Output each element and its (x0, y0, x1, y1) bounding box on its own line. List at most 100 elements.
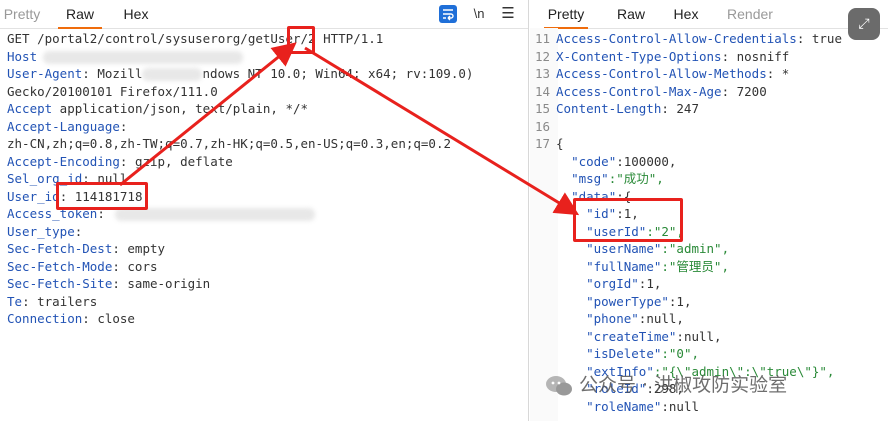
request-header-line: Accept-Encoding: gzip, deflate (0, 153, 528, 171)
header-value: : gzip, deflate (119, 153, 233, 169)
json-line: "msg":"成功", (530, 170, 888, 188)
host-header: Host (0, 48, 528, 66)
header-value: : (119, 118, 128, 134)
json-line: "code":100000, (530, 153, 888, 171)
header-value: : (74, 223, 83, 239)
header-value: { (556, 136, 564, 151)
json-key: "roleName" (586, 398, 662, 414)
request-tab-bar: Pretty Raw Hex \n ☰ (0, 0, 528, 29)
json-line: "isDelete":"0", (530, 345, 888, 363)
header-key: Connection (7, 311, 83, 326)
request-header-line: Connection: close (0, 310, 528, 328)
tab-hex[interactable]: Hex (116, 0, 156, 28)
redacted-blur (142, 68, 203, 81)
menu-icon[interactable]: ☰ (500, 5, 516, 23)
tab-pretty[interactable]: Pretty (544, 0, 588, 29)
ua-header: User-Agent: Mozill ndows NT 10.0; Win64; … (7, 66, 474, 81)
response-header-line: 13 Access-Control-Allow-Methods: * (530, 65, 888, 83)
json-key: "isDelete" (586, 346, 662, 361)
json-key: "createTime" (586, 328, 677, 344)
json-line: "userName":"admin", (530, 240, 888, 258)
json-line: "fullName":"管理员", (530, 258, 888, 276)
header-value: zh-CN,zh;q=0.8,zh-TW;q=0.7,zh-HK;q=0.5,e… (7, 136, 452, 151)
wrap-lines-icon[interactable] (439, 5, 457, 23)
request-header-line: zh-CN,zh;q=0.8,zh-TW;q=0.7,zh-HK;q=0.5,e… (0, 135, 528, 153)
request-editor[interactable]: GET /portal2/control/sysuserorg/getUser/… (0, 30, 528, 328)
header-value: application/json, text/plain, */* (52, 101, 309, 116)
tab-render[interactable]: Render (724, 0, 776, 28)
json-value: :1, (638, 276, 662, 291)
request-pane: Pretty Raw Hex \n ☰ GET /portal2/control… (0, 0, 529, 421)
header-value: : cors (112, 258, 158, 274)
json-value: :null, (676, 328, 722, 344)
header-key: Te (7, 293, 23, 309)
highlight-box-user-id (56, 182, 148, 210)
response-header-line: 15 Content-Length: 247 (530, 100, 888, 118)
header-key: User_id (7, 188, 60, 204)
line-number: 15 (534, 101, 550, 116)
header-value: : * (766, 66, 790, 81)
json-key: "powerType" (586, 293, 669, 309)
tab-raw[interactable]: Raw (58, 0, 102, 29)
header-key: X-Content-Type-Options (556, 48, 722, 64)
json-key: "code" (571, 153, 617, 169)
line-number: 13 (534, 66, 550, 81)
json-key: "phone" (586, 311, 639, 326)
response-header-line: 16 (530, 118, 888, 136)
highlight-box-request-id (287, 26, 315, 54)
header-key: Sec-Fetch-Site (7, 276, 113, 291)
request-header-line: User_type: (0, 223, 528, 241)
json-key: "msg" (571, 171, 609, 186)
wechat-icon (545, 375, 573, 397)
header-key: Sec-Fetch-Mode (7, 258, 113, 274)
json-value: :"成功", (608, 171, 664, 186)
header-key: Sec-Fetch-Dest (7, 241, 113, 256)
header-value: : nosniff (721, 48, 790, 64)
line-number: 12 (534, 48, 550, 64)
json-line: "orgId":1, (530, 275, 888, 293)
header-key: Access-Control-Max-Age (556, 83, 722, 99)
header-value: : empty (112, 241, 166, 256)
expand-icon[interactable]: ⤢ (848, 8, 880, 40)
response-header-line: 11 Access-Control-Allow-Credentials: true (530, 30, 888, 48)
json-value: :"管理员", (661, 258, 729, 274)
header-key: Access-Control-Allow-Credentials (556, 31, 797, 46)
header-value: : trailers (22, 293, 98, 309)
header-key: User_type (7, 223, 75, 239)
header-key: Access-Control-Allow-Methods (556, 66, 767, 81)
json-key: "userName" (586, 241, 662, 256)
request-header-line: Sec-Fetch-Mode: cors (0, 258, 528, 276)
json-line: "roleName":null (530, 398, 888, 416)
tab-raw[interactable]: Raw (614, 0, 648, 28)
tab-hex[interactable]: Hex (670, 0, 702, 28)
header-value: : same-origin (112, 276, 211, 291)
response-header-line: 17 { (530, 135, 888, 153)
request-header-line: Sec-Fetch-Dest: empty (0, 240, 528, 258)
request-header-line: Te: trailers (0, 293, 528, 311)
tab-pretty[interactable]: Pretty (0, 0, 44, 28)
line-number: 11 (534, 31, 550, 46)
json-value: :1, (668, 293, 692, 309)
json-line: "powerType":1, (530, 293, 888, 311)
newline-toggle-button[interactable]: \n (470, 5, 488, 23)
header-value: : true (796, 31, 842, 46)
header-value: : close (82, 311, 135, 326)
watermark: 公众号 · 洪椒攻防实验室 (545, 370, 787, 400)
json-line: "createTime":null, (530, 328, 888, 346)
json-value: :null (661, 398, 700, 414)
request-line: GET /portal2/control/sysuserorg/getUser/… (7, 31, 384, 46)
request-headers: Accept application/json, text/plain, */*… (0, 100, 528, 328)
response-header-line: 14 Access-Control-Max-Age: 7200 (530, 83, 888, 101)
header-key: Accept-Language (7, 118, 120, 134)
header-key: Accept (7, 101, 53, 116)
response-tab-bar: Pretty Raw Hex Render (530, 0, 888, 29)
request-header-line: Accept-Language: (0, 118, 528, 136)
header-value: : 247 (661, 101, 699, 116)
